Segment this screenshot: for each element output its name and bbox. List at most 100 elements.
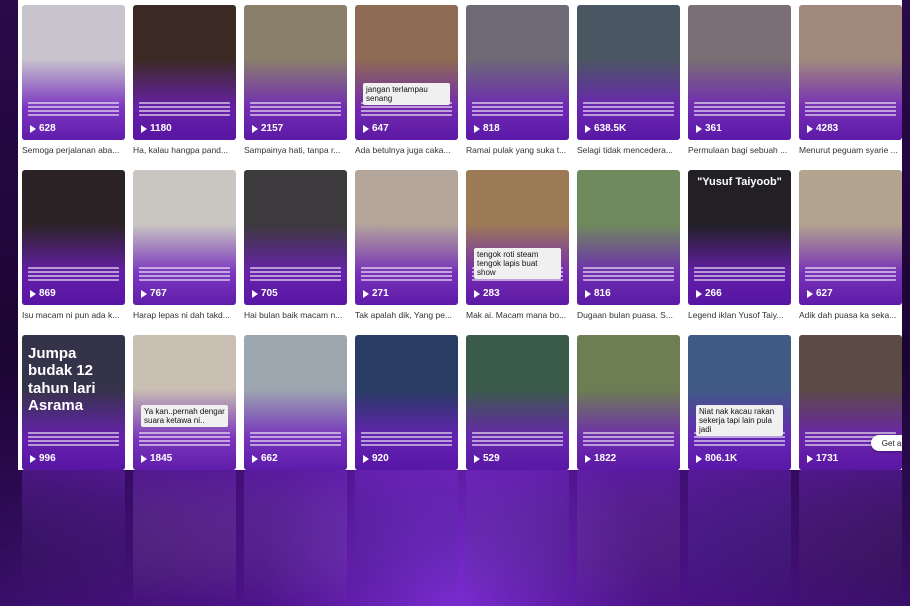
video-thumbnail[interactable]: Niat nak kacau rakan sekerja tapi lain p… bbox=[688, 335, 791, 470]
video-thumbnail[interactable]: 816 bbox=[577, 170, 680, 305]
play-icon bbox=[141, 454, 147, 463]
video-card[interactable]: 767 Harap lepas ni dah takd... bbox=[133, 165, 236, 330]
video-card[interactable]: 2157 Sampainya hati, tanpa r... bbox=[244, 0, 347, 165]
video-card[interactable]: 920 bbox=[355, 330, 458, 470]
play-count-value: 361 bbox=[705, 123, 722, 134]
video-card[interactable]: 869 Isu macam ni pun ada k... bbox=[22, 165, 125, 330]
get-app-button[interactable]: Get app bbox=[871, 435, 902, 451]
play-count-value: 996 bbox=[39, 453, 56, 464]
video-caption[interactable]: Ada betulnya juga caka... bbox=[355, 145, 458, 155]
video-card[interactable]: 818 Ramai pulak yang suka t... bbox=[466, 0, 569, 165]
video-caption[interactable]: Semoga perjalanan aba... bbox=[22, 145, 125, 155]
video-caption[interactable]: Isu macam ni pun ada k... bbox=[22, 310, 125, 320]
play-icon bbox=[363, 289, 369, 298]
play-count: 869 bbox=[30, 288, 56, 299]
play-count: 2157 bbox=[252, 123, 283, 134]
video-card[interactable]: 4283 Menurut peguam syarie ... bbox=[799, 0, 902, 165]
video-thumbnail[interactable]: 662 bbox=[244, 335, 347, 470]
thumbnail-subtitle bbox=[139, 432, 230, 446]
video-caption[interactable]: Ha, kalau hangpa pand... bbox=[133, 145, 236, 155]
video-card[interactable]: 361 Permulaan bagi sebuah ... bbox=[688, 0, 791, 165]
play-icon bbox=[363, 124, 369, 133]
video-card[interactable]: 662 bbox=[244, 330, 347, 470]
play-count-value: 271 bbox=[372, 288, 389, 299]
video-card[interactable]: 529 bbox=[466, 330, 569, 470]
play-icon bbox=[807, 454, 813, 463]
video-thumbnail[interactable]: 638.5K bbox=[577, 5, 680, 140]
video-caption[interactable]: Menurut peguam syarie ... bbox=[799, 145, 902, 155]
thumbnail-subtitle bbox=[250, 267, 341, 281]
video-caption[interactable]: Adik dah puasa ka seka... bbox=[799, 310, 902, 320]
video-card[interactable]: Jumpa budak 12 tahun lari Asrama 996 bbox=[22, 330, 125, 470]
video-card[interactable]: 1822 bbox=[577, 330, 680, 470]
thumbnail-subtitle bbox=[250, 432, 341, 446]
video-thumbnail[interactable]: 628 bbox=[22, 5, 125, 140]
video-card[interactable]: 627 Adik dah puasa ka seka... bbox=[799, 165, 902, 330]
play-icon bbox=[363, 454, 369, 463]
video-card[interactable]: 638.5K Selagi tidak mencedera... bbox=[577, 0, 680, 165]
play-count-value: 1822 bbox=[594, 453, 617, 464]
play-count-value: 662 bbox=[261, 453, 278, 464]
video-caption[interactable]: Tak apalah dik, Yang pe... bbox=[355, 310, 458, 320]
video-thumbnail[interactable]: 361 bbox=[688, 5, 791, 140]
play-count: 1822 bbox=[585, 453, 616, 464]
video-thumbnail[interactable]: tengok roti steam tengok lapis buat show… bbox=[466, 170, 569, 305]
thumbnail-subtitle bbox=[472, 102, 563, 116]
play-icon bbox=[252, 124, 258, 133]
video-card[interactable]: 705 Hai bulan baik macam n... bbox=[244, 165, 347, 330]
video-caption[interactable]: Ramai pulak yang suka t... bbox=[466, 145, 569, 155]
video-caption[interactable]: Sampainya hati, tanpa r... bbox=[244, 145, 347, 155]
video-thumbnail[interactable]: "Yusuf Taiyoob" 266 bbox=[688, 170, 791, 305]
play-icon bbox=[141, 124, 147, 133]
video-thumbnail[interactable]: 1180 bbox=[133, 5, 236, 140]
thumbnail-caption-chip: tengok roti steam tengok lapis buat show bbox=[474, 248, 561, 279]
video-card[interactable]: 628 Semoga perjalanan aba... bbox=[22, 0, 125, 165]
thumbnail-subtitle bbox=[139, 102, 230, 116]
thumbnail-subtitle bbox=[805, 102, 896, 116]
video-caption[interactable]: Hai bulan baik macam n... bbox=[244, 310, 347, 320]
video-caption[interactable]: Mak ai. Macam mana bo... bbox=[466, 310, 569, 320]
play-icon bbox=[30, 289, 36, 298]
thumbnail-subtitle bbox=[583, 102, 674, 116]
video-thumbnail[interactable]: 2157 bbox=[244, 5, 347, 140]
video-card[interactable]: 271 Tak apalah dik, Yang pe... bbox=[355, 165, 458, 330]
video-thumbnail[interactable]: 1822 bbox=[577, 335, 680, 470]
play-icon bbox=[30, 124, 36, 133]
play-count-value: 816 bbox=[594, 288, 611, 299]
video-card[interactable]: jangan terlampau senang 647 Ada betulnya j… bbox=[355, 0, 458, 165]
thumbnail-subtitle bbox=[28, 102, 119, 116]
play-icon bbox=[585, 289, 591, 298]
video-thumbnail[interactable]: 529 bbox=[466, 335, 569, 470]
video-thumbnail[interactable]: jangan terlampau senang 647 bbox=[355, 5, 458, 140]
video-thumbnail[interactable]: Jumpa budak 12 tahun lari Asrama 996 bbox=[22, 335, 125, 470]
video-thumbnail[interactable]: 920 bbox=[355, 335, 458, 470]
video-thumbnail[interactable]: 271 bbox=[355, 170, 458, 305]
video-thumbnail[interactable]: 705 bbox=[244, 170, 347, 305]
video-caption[interactable]: Dugaan bulan puasa. S... bbox=[577, 310, 680, 320]
play-count: 996 bbox=[30, 453, 56, 464]
video-thumbnail[interactable]: 767 bbox=[133, 170, 236, 305]
play-count-value: 2157 bbox=[261, 123, 284, 134]
thumbnail-overlay-text: "Yusuf Taiyoob" bbox=[697, 176, 782, 188]
video-caption[interactable]: Selagi tidak mencedera... bbox=[577, 145, 680, 155]
video-card[interactable]: "Yusuf Taiyoob" 266 Legend iklan Yusof Tai… bbox=[688, 165, 791, 330]
video-card[interactable]: Ya kan..pernah dengar suara ketawa ni.. 1… bbox=[133, 330, 236, 470]
play-icon bbox=[696, 124, 702, 133]
thumbnail-subtitle bbox=[361, 432, 452, 446]
video-thumbnail[interactable]: 869 bbox=[22, 170, 125, 305]
video-card[interactable]: 816 Dugaan bulan puasa. S... bbox=[577, 165, 680, 330]
video-thumbnail[interactable]: 4283 bbox=[799, 5, 902, 140]
video-caption[interactable]: Harap lepas ni dah takd... bbox=[133, 310, 236, 320]
video-thumbnail[interactable]: 818 bbox=[466, 5, 569, 140]
play-count: 806.1K bbox=[696, 453, 737, 464]
video-thumbnail[interactable]: Ya kan..pernah dengar suara ketawa ni.. 1… bbox=[133, 335, 236, 470]
video-card[interactable]: 1180 Ha, kalau hangpa pand... bbox=[133, 0, 236, 165]
play-count-value: 647 bbox=[372, 123, 389, 134]
video-caption[interactable]: Permulaan bagi sebuah ... bbox=[688, 145, 791, 155]
video-card[interactable]: Niat nak kacau rakan sekerja tapi lain p… bbox=[688, 330, 791, 470]
video-thumbnail[interactable]: 627 bbox=[799, 170, 902, 305]
video-card[interactable]: tengok roti steam tengok lapis buat show… bbox=[466, 165, 569, 330]
play-count: 1845 bbox=[141, 453, 172, 464]
play-count: 647 bbox=[363, 123, 389, 134]
video-caption[interactable]: Legend iklan Yusof Taiy... bbox=[688, 310, 791, 320]
